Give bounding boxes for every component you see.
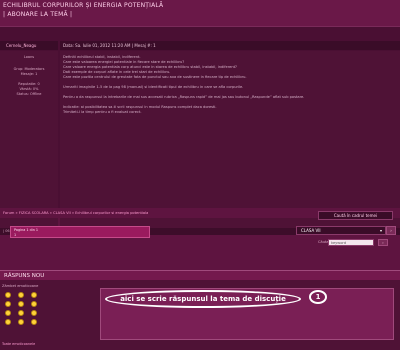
post-line: Dati exemple de corpuri aflate in cele t… bbox=[63, 70, 171, 74]
topic-header: ECHILIBRUL CORPURILOR ȘI ENERGIA POTENȚI… bbox=[0, 0, 400, 26]
post-line: Indicatie: ai posibilitatea sa-ti scrii … bbox=[63, 105, 217, 109]
annotation-bubble: aici se scrie răspunsul la tema de discu… bbox=[105, 290, 301, 308]
reply-area: Zâmbet emoticoane Toate emoticoanele aic… bbox=[0, 280, 400, 350]
post-line: Pentru a da raspunsul la intrebarile de … bbox=[63, 95, 305, 99]
page-1-link[interactable]: 1 bbox=[14, 233, 16, 237]
post-line: Definiti echilibrul stabil, instabil, in… bbox=[63, 55, 141, 59]
emoticons-label: Zâmbet emoticoane bbox=[2, 284, 39, 288]
breadcrumb[interactable]: Forum » FIZICA SCOLARA » CLASA VII » Ech… bbox=[3, 211, 148, 215]
reply-textarea[interactable]: aici se scrie răspunsul la tema de discu… bbox=[100, 288, 394, 340]
smiley-icon[interactable] bbox=[31, 301, 37, 307]
navigation-row: Forum » FIZICA SCOLARA » CLASA VII » Ech… bbox=[0, 208, 400, 220]
user-info-line: Grup: Moderators bbox=[13, 67, 45, 71]
smiley-icon[interactable] bbox=[31, 310, 37, 316]
smiley-icon[interactable] bbox=[18, 319, 24, 325]
user-info-line: Loans bbox=[23, 55, 35, 59]
emoticons-panel: Zâmbet emoticoane Toate emoticoanele bbox=[2, 284, 52, 348]
annotation-number-1: 1 bbox=[309, 290, 327, 304]
first-post: Cernelu_Neagu Data: Sa. Iulie 01, 2012 1… bbox=[0, 26, 400, 235]
post-line: Care este valoarea energiei potentiale i… bbox=[63, 60, 185, 64]
class-select-value: CLASA VII bbox=[301, 228, 321, 233]
emoticons-grid bbox=[5, 292, 38, 325]
search-input[interactable]: keyword bbox=[328, 239, 374, 246]
smiley-icon[interactable] bbox=[5, 292, 11, 298]
class-select[interactable]: CLASA VII ▾ bbox=[296, 226, 386, 235]
smiley-icon[interactable] bbox=[5, 319, 11, 325]
search-topic-button[interactable]: Cautǎ în cadrul temei bbox=[318, 211, 393, 220]
reply-title: RĂSPUNS NOU bbox=[4, 273, 45, 279]
smiley-icon[interactable] bbox=[18, 310, 24, 316]
page-indicator: Pagina 1 din 1 bbox=[14, 228, 39, 232]
smiley-icon[interactable] bbox=[5, 301, 11, 307]
user-info-line: Mesaje: 1 bbox=[20, 72, 38, 76]
smiley-icon[interactable] bbox=[18, 301, 24, 307]
smiley-icon[interactable] bbox=[31, 319, 37, 325]
post-meta: Data: Sa. Iulie 01, 2012 11:20 AM | Mesa… bbox=[60, 41, 400, 50]
post-body: Definiti echilibrul stabil, instabil, in… bbox=[60, 51, 400, 229]
post-line: Trimiteti-l la timp pentru a fi evaluat … bbox=[63, 110, 142, 114]
class-go-button[interactable]: › bbox=[386, 226, 396, 235]
smiley-icon[interactable] bbox=[5, 310, 11, 316]
user-info-line: Vârstă: 0% bbox=[19, 87, 39, 91]
post-line: Urmariti imaginile 1-5 de la pag 98 (man… bbox=[63, 85, 244, 89]
forum-page: ECHILIBRUL CORPURILOR ȘI ENERGIA POTENȚI… bbox=[0, 0, 400, 350]
chevron-down-icon: ▾ bbox=[379, 228, 382, 233]
reply-header: RĂSPUNS NOU bbox=[0, 270, 400, 280]
smiley-icon[interactable] bbox=[18, 292, 24, 298]
user-info-line: Reputatie: 0 bbox=[18, 82, 40, 86]
user-info-line: Status: Offline bbox=[16, 92, 42, 96]
post-line: Care valoare energia potentiala corp atu… bbox=[63, 65, 237, 69]
smiley-icon[interactable] bbox=[31, 292, 37, 298]
search-button[interactable]: › bbox=[378, 239, 388, 246]
more-emoticons-link[interactable]: Toate emoticoanele bbox=[2, 342, 35, 346]
topic-title: ECHILIBRUL CORPURILOR ȘI ENERGIA POTENȚI… bbox=[3, 2, 164, 9]
pagination: Pagina 1 din 1 1 bbox=[10, 226, 150, 238]
user-info-column: Loans Grup: Moderators Mesaje: 1 Reputat… bbox=[0, 51, 58, 229]
post-author[interactable]: Cernelu_Neagu bbox=[6, 43, 36, 48]
subscribe-link[interactable]: | ABONARE LA TEMĂ | bbox=[3, 11, 72, 18]
post-line: Care este pozitia centrului de greutate … bbox=[63, 75, 247, 79]
